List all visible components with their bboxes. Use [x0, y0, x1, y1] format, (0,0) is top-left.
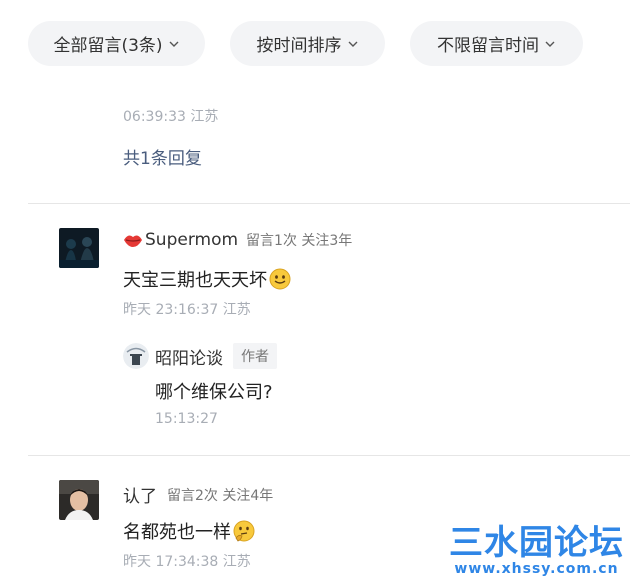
chevron-down-icon: [169, 41, 179, 47]
avatar-image: [59, 480, 99, 520]
avatar[interactable]: [59, 228, 99, 268]
comment-header: Supermom 留言1次 关注3年: [123, 230, 352, 250]
filter-sort-label: 按时间排序: [256, 36, 342, 56]
comment-nickname[interactable]: 认了: [123, 482, 157, 507]
prev-comment-time: 06:39:33 江苏: [123, 109, 219, 125]
filter-time-range-label: 不限留言时间: [437, 36, 539, 56]
reply-time: 15:13:27: [155, 411, 218, 427]
filter-all-comments[interactable]: 全部留言(3条): [28, 21, 205, 66]
author-avatar[interactable]: [123, 343, 149, 369]
comment-text: 天宝三期也天天坏: [123, 270, 267, 291]
comment-content: 天宝三期也天天坏: [123, 266, 291, 292]
comment-time: 昨天 23:16:37 江苏: [123, 302, 251, 318]
comment-time: 昨天 17:34:38 江苏: [123, 554, 251, 570]
comment-text: 名都苑也一样: [123, 522, 231, 543]
avatar[interactable]: [59, 480, 99, 520]
divider: [28, 455, 630, 456]
comment-content: 名都苑也一样: [123, 518, 255, 544]
author-badge: 作者: [233, 343, 277, 369]
reply-text: 哪个维保公司?: [155, 382, 273, 403]
site-watermark: 三水园论坛 www.xhssy.com.cn: [449, 525, 624, 577]
filter-time-range[interactable]: 不限留言时间: [410, 21, 583, 66]
chevron-down-icon: [348, 41, 357, 47]
filter-sort[interactable]: 按时间排序: [230, 21, 385, 66]
smile-emoji-icon: [269, 268, 291, 290]
author-avatar-image: [123, 343, 149, 369]
reply-header: 昭阳论谈 作者: [155, 343, 277, 369]
avatar-image: [59, 228, 99, 268]
thinking-emoji-icon: [233, 520, 255, 542]
reply-nickname[interactable]: 昭阳论谈: [155, 344, 223, 369]
filter-all-comments-label: 全部留言(3条): [53, 36, 163, 56]
filter-bar: 全部留言(3条) 按时间排序 不限留言时间: [28, 21, 583, 66]
comment-header: 认了 留言2次 关注4年: [123, 482, 273, 507]
watermark-title: 三水园论坛: [449, 523, 624, 563]
chevron-down-icon: [545, 41, 555, 47]
reply-content: 哪个维保公司?: [155, 378, 273, 404]
comment-nickname[interactable]: Supermom: [145, 230, 238, 250]
comment-stats: 留言2次 关注4年: [167, 487, 274, 504]
comment-stats: 留言1次 关注3年: [246, 233, 353, 249]
reply-count-link[interactable]: 共1条回复: [123, 144, 202, 169]
divider: [28, 203, 630, 204]
watermark-url: www.xhssy.com.cn: [454, 561, 619, 577]
lips-icon: [124, 235, 142, 247]
